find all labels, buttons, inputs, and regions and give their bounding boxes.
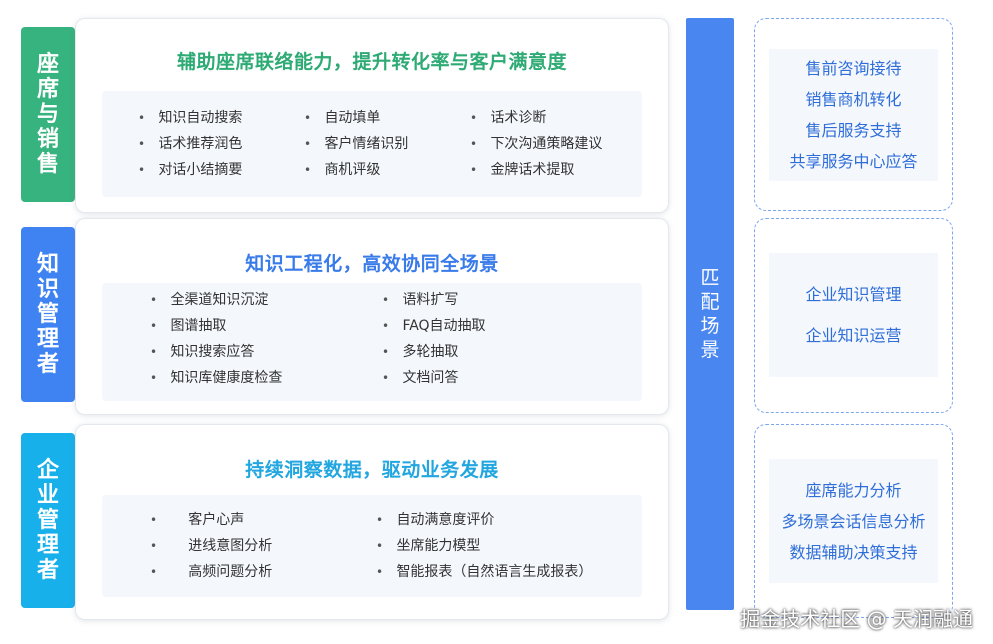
knowledge-tab: 知识管理者 (21, 227, 75, 402)
feature-item: • FAQ自动抽取 (382, 313, 486, 339)
scene-item: 售前咨询接待 (805, 59, 902, 78)
sales-feature-col-2: • 自动填单 • 客户情绪识别 • 商机评级 (304, 105, 408, 183)
match-scene-bar: 匹配场景 (686, 18, 734, 610)
scene-item: 座席能力分析 (805, 480, 902, 500)
bullet-icon: • (138, 163, 146, 177)
sales-feature-box: • 知识自动搜索 • 话术推荐润色 • 对话小结摘要 • 自动填单 • 客户情绪… (102, 91, 642, 197)
bullet-icon: • (150, 539, 158, 553)
manager-feature-box: • 客户心声 • 进线意图分析 • 高频问题分析 • 自动满意度评价 • 坐席能… (102, 495, 642, 597)
match-scene-label: 匹配场景 (700, 267, 720, 361)
scene-item: 共享服务中心应答 (789, 152, 918, 171)
scene-item: 多场景会话信息分析 (781, 511, 926, 531)
bullet-icon: • (382, 319, 390, 333)
feature-item: • 进线意图分析 (150, 533, 272, 559)
scene-item: 销售商机转化 (805, 90, 902, 109)
bullet-icon: • (150, 565, 158, 579)
knowledge-tab-label: 知识管理者 (36, 252, 59, 377)
sales-feature-col-3: • 话术诊断 • 下次沟通策略建议 • 金牌话术提取 (470, 105, 602, 183)
bullet-icon: • (376, 513, 384, 527)
diagram-canvas: 座席与销售 辅助座席联络能力，提升转化率与客户满意度 • 知识自动搜索 • 话术… (0, 0, 993, 644)
scene-box-manager: 座席能力分析 多场景会话信息分析 数据辅助决策支持 (754, 424, 953, 618)
knowledge-card: 知识工程化，高效协同全场景 • 全渠道知识沉淀 • 图谱抽取 • 知识搜索应答 … (75, 218, 669, 415)
feature-item: • 坐席能力模型 (376, 533, 592, 559)
bullet-icon: • (382, 345, 390, 359)
bullet-icon: • (470, 137, 478, 151)
knowledge-feature-box: • 全渠道知识沉淀 • 图谱抽取 • 知识搜索应答 • 知识库健康度检查 • 语… (102, 283, 642, 401)
bullet-icon: • (382, 371, 390, 385)
sales-card-title: 辅助座席联络能力，提升转化率与客户满意度 (176, 51, 567, 73)
bullet-icon: • (150, 371, 158, 385)
knowledge-feature-col-1: • 全渠道知识沉淀 • 图谱抽取 • 知识搜索应答 • 知识库健康度检查 (150, 287, 282, 391)
knowledge-feature-col-2: • 语料扩写 • FAQ自动抽取 • 多轮抽取 • 文档问答 (382, 287, 486, 391)
sales-tab-label: 座席与销售 (36, 52, 59, 177)
bullet-icon: • (150, 345, 158, 359)
feature-item: • 金牌话术提取 (470, 157, 602, 183)
bullet-icon: • (150, 319, 158, 333)
bullet-icon: • (150, 513, 158, 527)
feature-item: • 客户心声 (150, 507, 272, 533)
bullet-icon: • (138, 137, 146, 151)
scene-item: 数据辅助决策支持 (789, 542, 918, 562)
sales-feature-col-1: • 知识自动搜索 • 话术推荐润色 • 对话小结摘要 (138, 105, 242, 183)
feature-item: • 话术诊断 (470, 105, 602, 131)
manager-tab: 企业管理者 (21, 433, 75, 608)
scene-box-knowledge: 企业知识管理 企业知识运营 (754, 218, 953, 413)
feature-item: • 全渠道知识沉淀 (150, 287, 282, 313)
scene-item: 企业知识运营 (805, 326, 902, 345)
bullet-icon: • (470, 163, 478, 177)
scene-box-sales: 售前咨询接待 销售商机转化 售后服务支持 共享服务中心应答 (754, 18, 953, 211)
feature-item: • 高频问题分析 (150, 559, 272, 585)
feature-item: • 下次沟通策略建议 (470, 131, 602, 157)
bullet-icon: • (304, 163, 312, 177)
bullet-icon: • (304, 137, 312, 151)
feature-item: • 知识自动搜索 (138, 105, 242, 131)
bullet-icon: • (382, 293, 390, 307)
manager-card-title: 持续洞察数据，驱动业务发展 (245, 459, 499, 481)
feature-item: • 商机评级 (304, 157, 408, 183)
feature-item: • 图谱抽取 (150, 313, 282, 339)
bullet-icon: • (376, 539, 384, 553)
feature-item: • 自动满意度评价 (376, 507, 592, 533)
feature-item: • 知识搜索应答 (150, 339, 282, 365)
feature-item: • 自动填单 (304, 105, 408, 131)
manager-feature-col-2: • 自动满意度评价 • 坐席能力模型 • 智能报表（自然语言生成报表） (376, 507, 592, 585)
watermark: 掘金技术社区 @ 天润融通 (740, 607, 973, 631)
manager-card: 持续洞察数据，驱动业务发展 • 客户心声 • 进线意图分析 • 高频问题分析 •… (75, 424, 669, 620)
scene-inner: 企业知识管理 企业知识运营 (769, 253, 938, 377)
scene-item: 企业知识管理 (805, 285, 902, 304)
feature-item: • 话术推荐润色 (138, 131, 242, 157)
bullet-icon: • (470, 111, 478, 125)
feature-item: • 对话小结摘要 (138, 157, 242, 183)
bullet-icon: • (138, 111, 146, 125)
manager-tab-label: 企业管理者 (36, 458, 59, 583)
feature-item: • 文档问答 (382, 365, 486, 391)
scene-item: 售后服务支持 (805, 121, 902, 140)
feature-item: • 知识库健康度检查 (150, 365, 282, 391)
bullet-icon: • (304, 111, 312, 125)
knowledge-card-title: 知识工程化，高效协同全场景 (245, 253, 499, 275)
feature-item: • 语料扩写 (382, 287, 486, 313)
scene-inner: 售前咨询接待 销售商机转化 售后服务支持 共享服务中心应答 (769, 49, 938, 181)
bullet-icon: • (150, 293, 158, 307)
sales-tab: 座席与销售 (21, 27, 75, 202)
bullet-icon: • (376, 565, 384, 579)
feature-item: • 客户情绪识别 (304, 131, 408, 157)
feature-item: • 智能报表（自然语言生成报表） (376, 559, 592, 585)
manager-feature-col-1: • 客户心声 • 进线意图分析 • 高频问题分析 (150, 507, 272, 585)
feature-item: • 多轮抽取 (382, 339, 486, 365)
sales-card: 辅助座席联络能力，提升转化率与客户满意度 • 知识自动搜索 • 话术推荐润色 •… (75, 18, 669, 213)
scene-inner: 座席能力分析 多场景会话信息分析 数据辅助决策支持 (769, 459, 938, 583)
